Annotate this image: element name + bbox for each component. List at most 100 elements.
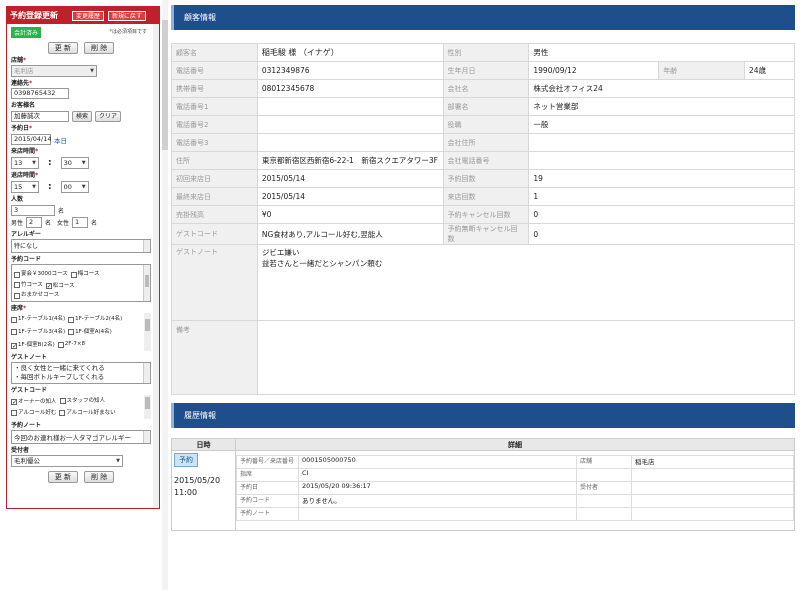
checkbox-icon[interactable] bbox=[57, 341, 64, 348]
leave-min-select[interactable]: 00 ▼ bbox=[60, 181, 89, 193]
checkbox-option[interactable]: ✓ 1F-個室B(2名) bbox=[11, 340, 55, 351]
customer-field-key: 初回来店日 bbox=[171, 169, 258, 188]
list-scrollbar[interactable] bbox=[144, 395, 151, 419]
customer-field-value: ¥0 bbox=[256, 205, 444, 224]
history-field-key: 予約番号／来店番号 bbox=[236, 455, 299, 469]
resnote-textarea[interactable]: 今回のお連れ様お一人タマゴアレルギー bbox=[11, 430, 151, 444]
checkbox-option[interactable]: アルコール好まない bbox=[59, 408, 116, 418]
arrive-hour-select[interactable]: 13 ▼ bbox=[11, 157, 39, 169]
customer-field-value bbox=[256, 133, 444, 152]
today-link[interactable]: 本日 bbox=[54, 135, 67, 145]
name-input[interactable]: 加藤誠次 bbox=[11, 111, 69, 122]
clear-button[interactable]: クリア bbox=[95, 111, 122, 122]
receiver-select[interactable]: 毛利優公 ▼ bbox=[11, 455, 123, 467]
checkbox-option[interactable]: スタッフの知人 bbox=[59, 396, 106, 406]
textarea-scrollbar[interactable] bbox=[143, 240, 150, 252]
change-history-button[interactable]: 変更履歴 bbox=[72, 10, 105, 21]
delete-button-bottom[interactable]: 削 除 bbox=[84, 471, 115, 483]
list-scrollbar[interactable] bbox=[144, 313, 151, 351]
guestnote-value: ジビエ嫌い 益若さんと一緒だとシャンパン頼む bbox=[256, 244, 796, 321]
scrollbar-thumb[interactable] bbox=[162, 20, 168, 150]
chevron-down-icon: ▼ bbox=[32, 184, 36, 190]
customer-field-value: 稲毛駿 様 （イナゲ） bbox=[256, 43, 444, 62]
customer-field-value: 株式会社オフィス24 bbox=[528, 79, 795, 98]
checkbox-option[interactable]: 2F-7×8 bbox=[57, 339, 85, 350]
phone-input[interactable]: 0398765432 bbox=[11, 88, 69, 99]
textarea-scrollbar[interactable] bbox=[143, 363, 150, 383]
guestcode-list[interactable]: ✓ オーナーの知人 スタッフの知人アルコール好む アルコール好まない bbox=[11, 395, 151, 419]
customer-field-value: 19 bbox=[528, 169, 795, 188]
checkbox-icon[interactable] bbox=[68, 329, 75, 335]
checkbox-checked-icon[interactable]: ✓ bbox=[11, 342, 17, 349]
checkbox-icon[interactable] bbox=[11, 410, 17, 416]
customer-field-key: 顧客名 bbox=[171, 43, 258, 62]
history-field-value: 稲毛店 bbox=[631, 455, 794, 469]
receiver-value: 毛利優公 bbox=[14, 457, 40, 465]
checkbox-option[interactable]: ✓ オーナーの知人 bbox=[11, 397, 57, 407]
seat-list[interactable]: 1F-テーブル1(4名) 1F-テーブル2(4名) 1F-テーブル3(4名) 1F-個… bbox=[11, 313, 151, 351]
checkbox-icon[interactable] bbox=[68, 316, 75, 323]
history-tag[interactable]: 予約 bbox=[174, 453, 198, 467]
checkbox-icon[interactable] bbox=[11, 329, 17, 335]
back-to-new-button[interactable]: 新規に戻す bbox=[108, 10, 147, 21]
delete-button-top[interactable]: 削 除 bbox=[84, 42, 115, 54]
reservation-panel-header: 予約登録更新 変更履歴 新規に戻す bbox=[7, 7, 159, 24]
checkbox-option[interactable]: 宴会￥3000コース bbox=[14, 270, 68, 279]
page-scrollbar[interactable] bbox=[162, 0, 168, 590]
checkbox-label: スタッフの知人 bbox=[66, 398, 106, 404]
female-input[interactable]: 1 bbox=[72, 217, 89, 228]
checkbox-label: アルコール好まない bbox=[66, 410, 116, 416]
allergy-textarea[interactable]: 特になし bbox=[11, 239, 151, 253]
checkbox-option[interactable]: ✓ 松コース bbox=[45, 282, 74, 291]
checkbox-label: 1F-個室B(2名) bbox=[18, 342, 55, 348]
guestnote-label: ゲストノート bbox=[11, 354, 48, 361]
search-button[interactable]: 検索 bbox=[72, 111, 93, 122]
list-scrollbar[interactable] bbox=[143, 265, 150, 301]
history-field-value bbox=[298, 507, 577, 521]
customer-field-key: ゲストコード bbox=[171, 223, 258, 245]
arrive-label: 来店時間 bbox=[11, 148, 36, 155]
checkbox-checked-icon[interactable]: ✓ bbox=[45, 283, 52, 290]
guestnote-line: ・毎回ボトルキープしてくれる bbox=[14, 373, 105, 381]
customer-row: 電話番号2 役職 一般 bbox=[171, 115, 795, 134]
history-field-key: 指席 bbox=[236, 468, 299, 482]
checkbox-option[interactable]: アルコール好む bbox=[11, 408, 56, 418]
checkbox-option[interactable]: 1F-テーブル1(4名) bbox=[11, 314, 65, 325]
checkbox-checked-icon[interactable]: ✓ bbox=[11, 399, 17, 406]
leave-hour-select[interactable]: 15 ▼ bbox=[11, 181, 39, 193]
date-input[interactable]: 2015/04/14 bbox=[11, 134, 51, 145]
customer-row: 初回来店日 2015/05/14 予約回数 19 bbox=[171, 169, 795, 188]
checkbox-option[interactable]: 1F-テーブル2(4名) bbox=[68, 314, 122, 325]
history-field-key: 受付者 bbox=[576, 481, 632, 495]
checkbox-icon[interactable] bbox=[14, 271, 20, 278]
seat-label: 座席 bbox=[11, 305, 24, 312]
customer-field-key: 売掛残高 bbox=[171, 205, 258, 224]
checkbox-icon[interactable] bbox=[59, 398, 66, 404]
customer-field-key: 来店回数 bbox=[442, 187, 530, 206]
arrive-min-select[interactable]: 30 ▼ bbox=[60, 157, 89, 169]
checkbox-option[interactable]: 梅コース bbox=[70, 270, 99, 279]
history-field-key: 予約コード bbox=[236, 494, 299, 508]
update-button-top[interactable]: 更 新 bbox=[47, 42, 78, 54]
checkbox-option[interactable]: 1F-個室A(4名) bbox=[68, 327, 112, 338]
store-select[interactable]: 毛利店 ▼ bbox=[11, 65, 97, 77]
customer-field-value: NG食材あり,アルコール好む,翌能人 bbox=[256, 223, 444, 245]
course-list[interactable]: 宴会￥3000コース 梅コース竹コース ✓ 松コース おまかせコース bbox=[11, 264, 151, 302]
people-input[interactable]: 3 bbox=[11, 205, 55, 216]
checkbox-icon[interactable] bbox=[11, 316, 17, 323]
update-button-bottom[interactable]: 更 新 bbox=[47, 471, 78, 483]
customer-row: 電話番号1 部署名 ネット営業部 bbox=[171, 97, 795, 116]
time-colon: : bbox=[48, 182, 52, 192]
checkbox-label: 竹コース bbox=[21, 281, 43, 288]
customer-field-key: 電話番号2 bbox=[171, 115, 258, 134]
checkbox-icon[interactable] bbox=[59, 410, 66, 416]
checkbox-icon[interactable] bbox=[70, 271, 77, 278]
checkbox-icon[interactable] bbox=[14, 282, 20, 288]
checkbox-icon[interactable] bbox=[14, 292, 20, 299]
checkbox-option[interactable]: 1F-テーブル3(4名) bbox=[11, 327, 65, 338]
checkbox-option[interactable]: 竹コース bbox=[14, 281, 43, 290]
guestnote-textarea[interactable]: ・良く女性と一緒に来てくれる ・毎回ボトルキープしてくれる bbox=[11, 362, 151, 384]
male-input[interactable]: 2 bbox=[26, 217, 43, 228]
checkbox-option[interactable]: おまかせコース bbox=[14, 291, 59, 300]
textarea-scrollbar[interactable] bbox=[143, 431, 150, 443]
